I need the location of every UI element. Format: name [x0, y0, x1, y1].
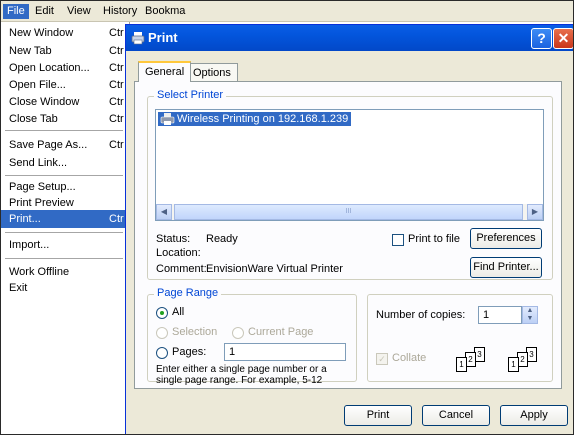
close-button[interactable]: ✕ [553, 28, 573, 49]
chevron-down-icon[interactable]: ▼ [523, 315, 537, 323]
copies-label: Number of copies: [376, 309, 466, 321]
browser-window: File Edit View History Bookma New Window… [0, 0, 574, 435]
status-value: Ready [206, 233, 238, 245]
menu-item-shortcut: Ctr [109, 139, 124, 151]
all-radio[interactable] [156, 307, 168, 319]
menu-item-open-location[interactable]: Open Location... Ctr [1, 59, 129, 77]
menu-item-label: Send Link... [9, 157, 68, 169]
menu-item-label: Open File... [9, 79, 66, 91]
menu-item-new-window[interactable]: New Window Ctr [1, 24, 129, 42]
horizontal-scrollbar[interactable]: ◀ III ▶ [156, 204, 543, 220]
pages-label: Pages: [172, 346, 207, 358]
menu-item-label: New Window [9, 27, 74, 39]
menu-item-shortcut: Ctr [109, 96, 124, 108]
current-page-label: Current Page [248, 326, 314, 338]
pages-input[interactable]: 1 [224, 343, 346, 361]
printer-name: Wireless Printing on 192.168.1.239 [177, 113, 349, 125]
comment-value: EnvisionWare Virtual Printer [206, 263, 343, 275]
copies-stepper[interactable]: ▲ ▼ [522, 306, 538, 324]
cancel-button[interactable]: Cancel [422, 405, 490, 426]
collate-label: Collate [392, 352, 427, 364]
menu-item-save-page-as[interactable]: Save Page As... Ctr [1, 136, 129, 154]
status-label: Status: [156, 233, 191, 245]
copies-group: Number of copies: 1 ▲ ▼ ✓ Collate 3 2 1 … [367, 294, 553, 382]
preferences-button[interactable]: Preferences [470, 228, 542, 249]
menu-item-close-tab[interactable]: Close Tab Ctr [1, 110, 129, 128]
page-range-group: Page Range All Selection Current Page Pa… [147, 287, 357, 386]
menu-item-exit[interactable]: Exit [1, 279, 129, 297]
page-icon: 1 [508, 357, 519, 372]
scrollbar-thumb[interactable]: III [174, 204, 523, 220]
print-to-file-label: Print to file [408, 233, 460, 245]
menu-item-close-window[interactable]: Close Window Ctr [1, 93, 129, 111]
menu-edit[interactable]: Edit [31, 4, 58, 19]
all-label: All [172, 306, 185, 318]
current-page-radio[interactable] [232, 327, 244, 339]
menu-item-label: Close Window [9, 96, 80, 108]
page-icon: 1 [456, 357, 467, 372]
menu-separator [5, 258, 123, 259]
menu-item-new-tab[interactable]: New Tab Ctr [1, 42, 129, 60]
copies-input[interactable]: 1 [478, 306, 522, 324]
menu-item-shortcut: Ctr [109, 79, 124, 91]
menu-item-shortcut: Ctr [109, 45, 124, 57]
printer-icon [131, 32, 145, 45]
menu-item-print[interactable]: Print... Ctr [1, 210, 129, 228]
select-printer-title: Select Printer [154, 89, 227, 101]
menu-item-label: Exit [9, 282, 28, 294]
select-printer-group: Select Printer Wireless Printing on 192.… [147, 89, 553, 280]
menu-item-import[interactable]: Import... [1, 236, 129, 254]
menu-item-label: Import... [9, 239, 50, 251]
menu-item-label: New Tab [9, 45, 52, 57]
collate-checkbox[interactable]: ✓ [376, 353, 388, 365]
selection-label: Selection [172, 326, 218, 338]
tab-options[interactable]: Options [186, 63, 238, 81]
tab-general[interactable]: General [138, 61, 192, 82]
list-item[interactable]: Wireless Printing on 192.168.1.239 [158, 112, 352, 126]
menu-separator [5, 175, 123, 176]
menu-history[interactable]: History [99, 4, 141, 19]
menu-item-label: Print... [9, 213, 41, 225]
scroll-left-icon[interactable]: ◀ [156, 204, 172, 220]
scroll-right-icon[interactable]: ▶ [527, 204, 543, 220]
selection-radio[interactable] [156, 327, 168, 339]
page-range-title: Page Range [154, 287, 222, 299]
menu-item-shortcut: Ctr [109, 27, 124, 39]
menu-separator [5, 232, 123, 233]
menu-item-send-link[interactable]: Send Link... [1, 154, 129, 172]
printer-icon [160, 113, 175, 125]
file-menu: New Window Ctr New Tab Ctr Open Location..… [1, 22, 130, 434]
print-dialog: Print ? ✕ General Options Select Printer… [125, 24, 573, 434]
menu-item-shortcut: Ctr [109, 113, 124, 125]
chevron-up-icon[interactable]: ▲ [523, 307, 537, 315]
menu-view[interactable]: View [63, 4, 95, 19]
menu-file[interactable]: File [3, 4, 29, 19]
help-button[interactable]: ? [531, 28, 552, 49]
menu-item-shortcut: Ctr [109, 62, 124, 74]
menu-separator [5, 130, 123, 131]
general-tab-panel: Select Printer Wireless Printing on 192.… [134, 81, 562, 389]
dialog-titlebar[interactable]: Print ? ✕ [126, 25, 573, 51]
menu-item-label: Save Page As... [9, 139, 88, 151]
print-button[interactable]: Print [344, 405, 412, 426]
printer-list[interactable]: Wireless Printing on 192.168.1.239 ◀ III… [155, 109, 544, 221]
menu-item-open-file[interactable]: Open File... Ctr [1, 76, 129, 94]
print-to-file-checkbox[interactable] [392, 234, 404, 246]
comment-label: Comment: [156, 263, 207, 275]
page-range-hint: Enter either a single page number or a s… [156, 364, 327, 386]
dialog-title: Print [148, 30, 178, 45]
find-printer-button[interactable]: Find Printer... [470, 257, 542, 278]
apply-button[interactable]: Apply [500, 405, 568, 426]
menu-bookmarks[interactable]: Bookma [141, 4, 189, 19]
pages-radio[interactable] [156, 347, 168, 359]
menu-bar: File Edit View History Bookma [1, 1, 573, 22]
menu-item-label: Close Tab [9, 113, 58, 125]
collate-illustration: 3 2 1 3 2 1 [456, 347, 546, 383]
location-label: Location: [156, 247, 201, 259]
menu-item-label: Open Location... [9, 62, 90, 74]
menu-item-shortcut: Ctr [109, 213, 124, 225]
